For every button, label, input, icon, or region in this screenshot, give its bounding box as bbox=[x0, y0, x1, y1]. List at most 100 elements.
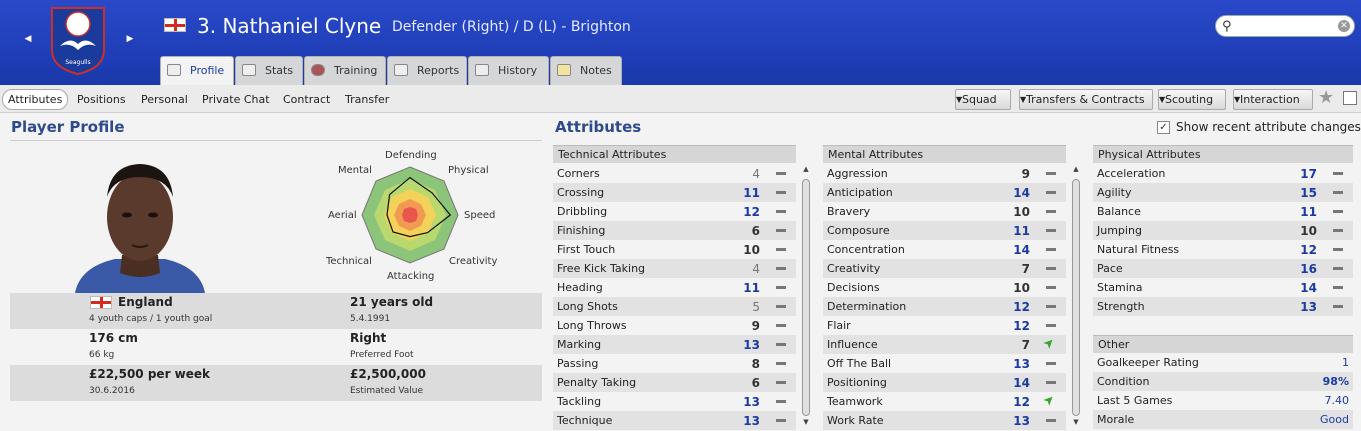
notes-icon bbox=[557, 64, 571, 76]
attribute-row[interactable]: Free Kick Taking 4 bbox=[553, 259, 796, 278]
player-name: 3. Nathaniel Clyne bbox=[197, 14, 382, 38]
attribute-name: Anticipation bbox=[827, 186, 893, 199]
attribute-row[interactable]: Natural Fitness 12 bbox=[1093, 240, 1353, 259]
attribute-row[interactable]: Passing 8 bbox=[553, 354, 796, 373]
attribute-value: 11 bbox=[1013, 224, 1030, 238]
scroll-up-icon[interactable]: ▲ bbox=[1071, 165, 1081, 174]
attribute-row[interactable]: Aggression 9 bbox=[823, 164, 1066, 183]
radar-label-speed: Speed bbox=[464, 210, 496, 221]
attribute-row[interactable]: Strength 13 bbox=[1093, 297, 1353, 316]
attribute-row[interactable]: Technique 13 bbox=[553, 411, 796, 430]
attribute-row[interactable]: Off The Ball 13 bbox=[823, 354, 1066, 373]
star-icon[interactable]: ★ bbox=[1318, 87, 1334, 108]
scroll-thumb[interactable] bbox=[1072, 179, 1080, 416]
trend-flat-icon bbox=[1046, 248, 1056, 251]
attribute-value: 11 bbox=[743, 281, 760, 295]
attribute-name: Passing bbox=[557, 357, 599, 370]
club-crest-logo[interactable]: Seagulls bbox=[50, 6, 106, 76]
trend-flat-icon bbox=[1046, 419, 1056, 422]
subnav-contract[interactable]: Contract bbox=[283, 93, 330, 106]
clear-search-icon[interactable]: ✕ bbox=[1338, 20, 1350, 32]
attribute-row[interactable]: Acceleration 17 bbox=[1093, 164, 1353, 183]
tab-reports[interactable]: Reports bbox=[387, 56, 467, 85]
subnav-private-chat[interactable]: Private Chat bbox=[202, 93, 270, 106]
interaction-menu-button[interactable]: Interaction ▼ bbox=[1233, 89, 1313, 110]
squad-menu-button[interactable]: Squad ▼ bbox=[955, 89, 1011, 110]
trend-flat-icon bbox=[1333, 286, 1343, 289]
attribute-name: Composure bbox=[827, 224, 890, 237]
attribute-row[interactable]: Decisions 10 bbox=[823, 278, 1066, 297]
attribute-name: Determination bbox=[827, 300, 907, 313]
physical-attributes-header: Physical Attributes bbox=[1093, 145, 1353, 163]
attribute-value: 10 bbox=[1300, 224, 1317, 238]
attribute-row[interactable]: Influence 7 ➤ bbox=[823, 334, 1066, 354]
technical-scrollbar[interactable]: ▲ ▼ bbox=[801, 165, 811, 429]
attribute-row[interactable]: Teamwork 12 ➤ bbox=[823, 391, 1066, 411]
attribute-row[interactable]: Positioning 14 bbox=[823, 373, 1066, 392]
mental-scrollbar[interactable]: ▲ ▼ bbox=[1071, 165, 1081, 429]
trend-flat-icon bbox=[1333, 305, 1343, 308]
trend-flat-icon bbox=[1046, 210, 1056, 213]
show-changes-checkbox[interactable]: ✓ bbox=[1157, 121, 1170, 134]
attribute-row[interactable]: Concentration 14 bbox=[823, 240, 1066, 259]
attribute-row[interactable]: Corners 4 bbox=[553, 164, 796, 183]
scroll-up-icon[interactable]: ▲ bbox=[801, 165, 811, 174]
attribute-row[interactable]: Marking 13 bbox=[553, 335, 796, 354]
attribute-row[interactable]: Stamina 14 bbox=[1093, 278, 1353, 297]
transfers-contracts-menu-button[interactable]: Transfers & Contracts ▼ bbox=[1019, 89, 1153, 110]
add-note-icon[interactable] bbox=[1343, 91, 1357, 105]
attribute-row[interactable]: Finishing 6 bbox=[553, 221, 796, 240]
age: 21 years old bbox=[350, 295, 434, 309]
attribute-value: 11 bbox=[743, 186, 760, 200]
attribute-name: Finishing bbox=[557, 224, 606, 237]
tab-stats[interactable]: Stats bbox=[235, 56, 303, 85]
scouting-menu-button[interactable]: Scouting ▼ bbox=[1158, 89, 1226, 110]
tab-profile[interactable]: Profile bbox=[160, 56, 234, 85]
attribute-row[interactable]: Composure 11 bbox=[823, 221, 1066, 240]
trend-flat-icon bbox=[1333, 267, 1343, 270]
subnav-attributes[interactable]: Attributes bbox=[2, 89, 69, 110]
attribute-row[interactable]: Dribbling 12 bbox=[553, 202, 796, 221]
chevron-left-icon[interactable]: ◀ bbox=[20, 32, 36, 46]
attribute-value: 8 bbox=[751, 357, 760, 371]
attribute-row[interactable]: Anticipation 14 bbox=[823, 183, 1066, 202]
trend-flat-icon bbox=[776, 248, 786, 251]
scroll-down-icon[interactable]: ▼ bbox=[1071, 418, 1081, 427]
attribute-value: 14 bbox=[1300, 281, 1317, 295]
search-icon: ⚲ bbox=[1222, 19, 1232, 34]
chevron-down-icon: ▼ bbox=[1159, 95, 1166, 104]
attribute-row[interactable]: First Touch 10 bbox=[553, 240, 796, 259]
attribute-row[interactable]: Jumping 10 bbox=[1093, 221, 1353, 240]
tab-notes[interactable]: Notes bbox=[550, 56, 622, 85]
scroll-thumb[interactable] bbox=[802, 179, 810, 416]
attribute-row[interactable]: Crossing 11 bbox=[553, 183, 796, 202]
attribute-row[interactable]: Long Shots 5 bbox=[553, 297, 796, 316]
attribute-name: Acceleration bbox=[1097, 167, 1166, 180]
attribute-row[interactable]: Creativity 7 bbox=[823, 259, 1066, 278]
attribute-row[interactable]: Pace 16 bbox=[1093, 259, 1353, 278]
scroll-down-icon[interactable]: ▼ bbox=[801, 418, 811, 427]
chevron-right-icon[interactable]: ▶ bbox=[122, 32, 138, 46]
subnav-personal[interactable]: Personal bbox=[141, 93, 188, 106]
radar-label-mental: Mental bbox=[338, 165, 372, 176]
attribute-row[interactable]: Heading 11 bbox=[553, 278, 796, 297]
attribute-row[interactable]: Flair 12 bbox=[823, 316, 1066, 335]
attribute-row[interactable]: Determination 12 bbox=[823, 297, 1066, 316]
attribute-name: Dribbling bbox=[557, 205, 608, 218]
subnav-transfer[interactable]: Transfer bbox=[345, 93, 389, 106]
attribute-value: 5 bbox=[752, 300, 760, 314]
attribute-row[interactable]: Agility 15 bbox=[1093, 183, 1353, 202]
date-of-birth: 5.4.1991 bbox=[350, 314, 391, 324]
attribute-row[interactable]: Long Throws 9 bbox=[553, 316, 796, 335]
attribute-row[interactable]: Tackling 13 bbox=[553, 392, 796, 411]
attribute-row[interactable]: Bravery 10 bbox=[823, 202, 1066, 221]
attribute-row[interactable]: Work Rate 13 bbox=[823, 411, 1066, 430]
search-input[interactable]: ⚲ ✕ bbox=[1215, 15, 1355, 37]
attribute-name: Marking bbox=[557, 338, 602, 351]
attribute-row[interactable]: Penalty Taking 6 bbox=[553, 373, 796, 392]
tab-history[interactable]: History bbox=[468, 56, 549, 85]
tab-training[interactable]: Training bbox=[304, 56, 386, 85]
subnav-positions[interactable]: Positions bbox=[77, 93, 126, 106]
attribute-row[interactable]: Balance 11 bbox=[1093, 202, 1353, 221]
attribute-value: 12 bbox=[1013, 395, 1030, 409]
